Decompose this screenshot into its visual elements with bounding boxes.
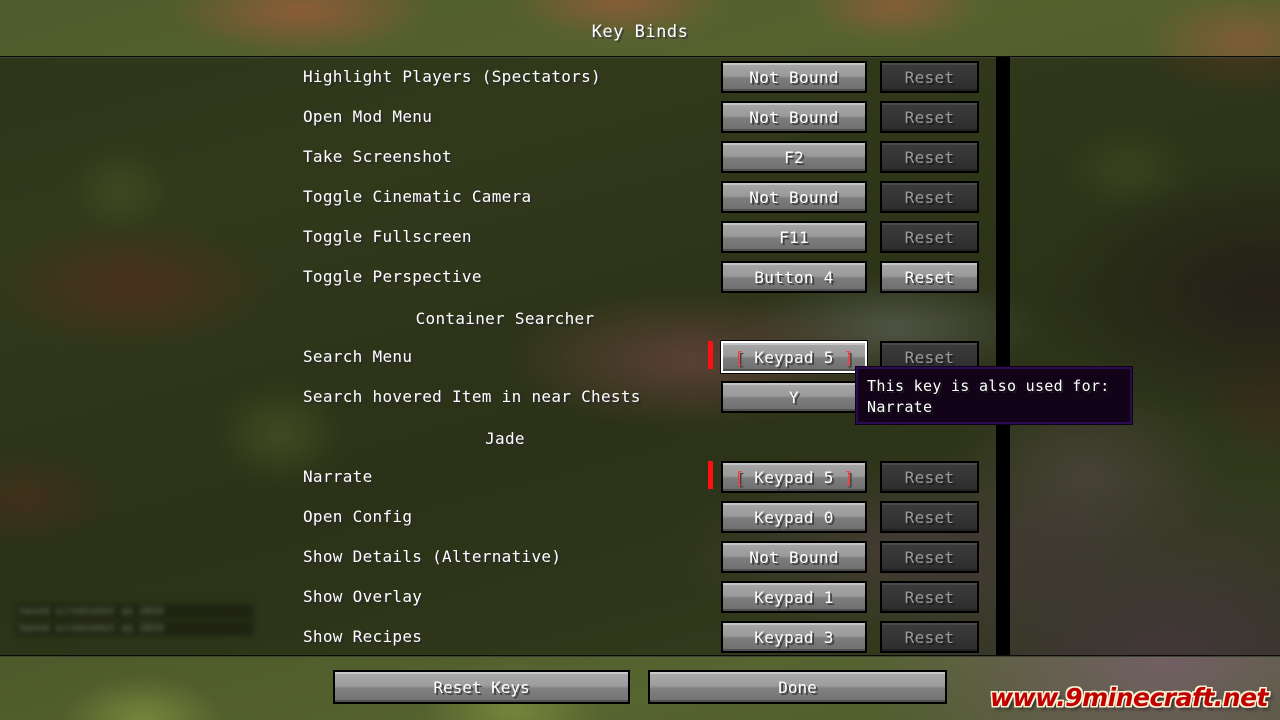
keybinds-list[interactable]: Highlight Players (Spectators) Not Bound R… <box>0 57 1280 655</box>
tooltip-line-2: Narrate <box>867 398 933 416</box>
keybind-key-button[interactable]: Not Bound <box>721 181 867 213</box>
keybind-reset-button: Reset <box>880 621 979 653</box>
keybind-label: Toggle Fullscreen <box>303 227 472 246</box>
keybind-key-button[interactable]: [ Keypad 5 ] <box>721 461 867 493</box>
keybind-row: Narrate [ Keypad 5 ] Reset <box>0 457 1010 497</box>
keybind-row: Highlight Players (Spectators) Not Bound R… <box>0 57 1010 97</box>
keybind-reset-button: Reset <box>880 221 979 253</box>
keybind-label: Search Menu <box>303 347 413 366</box>
section-header: Jade <box>485 429 525 448</box>
keybind-key-button[interactable]: Button 4 <box>721 261 867 293</box>
keybind-key-button[interactable]: Not Bound <box>721 101 867 133</box>
keybind-key-value: Keypad 5 <box>754 347 834 367</box>
keybind-row: Toggle Fullscreen F11 Reset <box>0 217 1010 257</box>
bracket-right: ] <box>833 347 854 367</box>
bracket-left: [ <box>734 467 755 487</box>
reset-keys-button[interactable]: Reset Keys <box>333 670 630 704</box>
keybind-key-button[interactable]: Not Bound <box>721 61 867 93</box>
tooltip-line-1: This key is also used for: <box>867 377 1110 395</box>
keybind-row: Open Config Keypad 0 Reset <box>0 497 1010 537</box>
done-button[interactable]: Done <box>648 670 947 704</box>
keybind-row: Toggle Cinematic Camera Not Bound Reset <box>0 177 1010 217</box>
keybind-reset-button: Reset <box>880 181 979 213</box>
keybind-label: Toggle Perspective <box>303 267 482 286</box>
conflict-indicator <box>708 461 713 489</box>
keybind-key-button[interactable]: Keypad 3 <box>721 621 867 653</box>
keybind-reset-button: Reset <box>880 141 979 173</box>
keybind-reset-button: Reset <box>880 101 979 133</box>
bracket-right: ] <box>833 467 854 487</box>
keybind-row: Show Details (Alternative) Not Bound Reset <box>0 537 1010 577</box>
keybind-key-button[interactable]: [ Keypad 5 ] <box>720 340 868 374</box>
keybind-label: Toggle Cinematic Camera <box>303 187 532 206</box>
keybind-key-button[interactable]: Keypad 1 <box>721 581 867 613</box>
keybind-reset-button: Reset <box>880 61 979 93</box>
keybind-label: Take Screenshot <box>303 147 452 166</box>
keybind-key-button[interactable]: Not Bound <box>721 541 867 573</box>
keybind-row: Take Screenshot F2 Reset <box>0 137 1010 177</box>
keybind-reset-button[interactable]: Reset <box>880 261 979 293</box>
keybind-key-button[interactable]: Y <box>721 381 867 413</box>
chat-line: Saved screenshot as 2024 <box>16 604 254 619</box>
chat-line: Saved screenshot as 2024 <box>16 621 254 636</box>
keybind-label: Open Config <box>303 507 413 526</box>
keybind-reset-button: Reset <box>880 501 979 533</box>
keybind-label: Highlight Players (Spectators) <box>303 67 601 86</box>
conflict-indicator <box>708 341 713 369</box>
keybind-row: Toggle Perspective Button 4 Reset <box>0 257 1010 297</box>
bracket-left: [ <box>734 347 755 367</box>
keybind-key-button[interactable]: F11 <box>721 221 867 253</box>
site-watermark: www.9minecraft.net <box>990 683 1269 712</box>
keybind-reset-button: Reset <box>880 541 979 573</box>
page-title: Key Binds <box>591 22 689 42</box>
key-conflict-tooltip: This key is also used for: Narrate <box>855 366 1133 425</box>
keybind-key-button[interactable]: Keypad 0 <box>721 501 867 533</box>
keybind-label: Show Recipes <box>303 627 423 646</box>
chat-log-remnant: Saved screenshot as 2024 Saved screenshot… <box>16 604 254 640</box>
keybind-label: Narrate <box>303 467 373 486</box>
section-header: Container Searcher <box>415 309 595 328</box>
keybind-key-value: Keypad 5 <box>754 467 834 487</box>
scrollbar-track[interactable] <box>996 57 1010 655</box>
keybind-label: Search hovered Item in near Chests <box>303 387 641 406</box>
keybind-reset-button: Reset <box>880 461 979 493</box>
keybind-label: Show Overlay <box>303 587 423 606</box>
keybind-reset-button: Reset <box>880 581 979 613</box>
keybind-key-button[interactable]: F2 <box>721 141 867 173</box>
keybind-label: Show Details (Alternative) <box>303 547 562 566</box>
keybind-row: Open Mod Menu Not Bound Reset <box>0 97 1010 137</box>
keybind-label: Open Mod Menu <box>303 107 433 126</box>
